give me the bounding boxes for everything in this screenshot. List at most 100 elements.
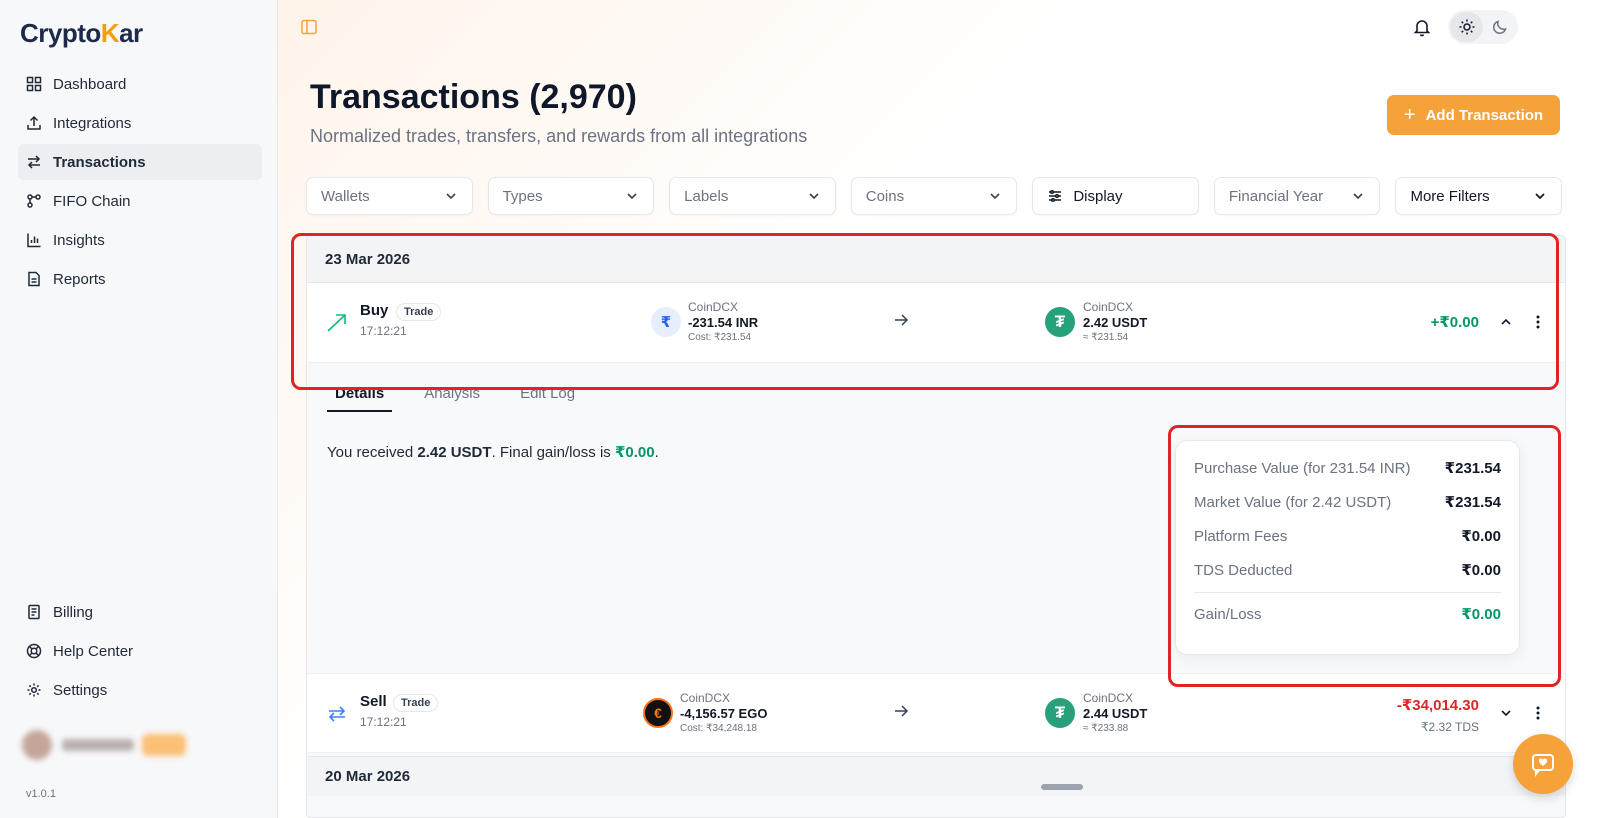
transaction-row[interactable]: Sell Trade 17:12:21 € CoinDCX -4,156.57 … bbox=[307, 673, 1565, 753]
chevron-down-icon[interactable] bbox=[1497, 704, 1515, 722]
fee-value: ₹231.54 bbox=[1444, 460, 1501, 477]
sidebar-item-help-center[interactable]: Help Center bbox=[18, 633, 262, 669]
sidebar-item-label: Reports bbox=[53, 270, 106, 288]
filter-label: Labels bbox=[684, 187, 729, 205]
plus-icon: + bbox=[1403, 103, 1416, 126]
sidebar-item-dashboard[interactable]: Dashboard bbox=[18, 66, 262, 102]
tab-details[interactable]: Details bbox=[327, 381, 393, 412]
chevron-down-icon bbox=[446, 193, 456, 200]
labels-filter[interactable]: Labels bbox=[669, 177, 836, 215]
chat-heart-icon bbox=[1532, 754, 1554, 777]
transaction-row[interactable]: Buy Trade 17:12:21 ₹ CoinDCX -231.54 INR… bbox=[307, 283, 1565, 363]
page-title: Transactions (2,970) bbox=[310, 78, 637, 116]
sidebar-nav: Dashboard Integrations Transactions FIFO… bbox=[18, 66, 262, 300]
to-source: CoinDCX bbox=[1083, 691, 1134, 705]
sidebar-item-settings[interactable]: Settings bbox=[18, 672, 262, 708]
summary-text: . Final gain/loss is bbox=[491, 444, 615, 461]
chevron-down-icon bbox=[1535, 193, 1545, 200]
from-source: CoinDCX bbox=[680, 691, 731, 705]
from-cost: Cost: ₹231.54 bbox=[688, 332, 752, 343]
sidebar-bottom-nav: Billing Help Center Settings bbox=[18, 594, 262, 711]
filter-label: Financial Year bbox=[1228, 187, 1324, 205]
tds-line: TDS Deducted ₹0.00 bbox=[1194, 553, 1501, 587]
gain-loss-line: Gain/Loss ₹0.00 bbox=[1194, 597, 1501, 631]
purchase-value-line: Purchase Value (for 231.54 INR) ₹231.54 bbox=[1194, 451, 1501, 485]
sidebar-item-billing[interactable]: Billing bbox=[18, 594, 262, 630]
user-name-blurred bbox=[62, 739, 134, 751]
sidebar: CryptoKar Dashboard Integrations Transac… bbox=[0, 0, 278, 818]
brand-logo[interactable]: CryptoKar bbox=[20, 18, 143, 49]
bell-icon[interactable] bbox=[1411, 16, 1435, 40]
more-filters-button[interactable]: More Filters bbox=[1395, 177, 1563, 215]
wallets-filter[interactable]: Wallets bbox=[306, 177, 473, 215]
filter-label: Display bbox=[1073, 187, 1123, 205]
from-source: CoinDCX bbox=[688, 300, 739, 314]
transaction-time: 17:12:21 bbox=[360, 715, 407, 729]
receipt-icon bbox=[25, 603, 43, 621]
lifebuoy-icon bbox=[25, 642, 43, 660]
summary-gain: ₹0.00 bbox=[614, 444, 655, 461]
page-subtitle: Normalized trades, transfers, and reward… bbox=[310, 126, 808, 146]
sidebar-item-label: Billing bbox=[53, 603, 94, 621]
scroll-handle[interactable] bbox=[1041, 784, 1083, 790]
chat-support-button[interactable] bbox=[1513, 734, 1573, 794]
trend-up-icon bbox=[325, 311, 349, 335]
coins-filter[interactable]: Coins bbox=[850, 177, 1018, 215]
transaction-summary: You received 2.42 USDT. Final gain/loss … bbox=[327, 443, 659, 461]
transactions-list: 23 Mar 2026 Buy Trade 17:12:21 ₹ CoinDCX… bbox=[306, 235, 1566, 818]
document-icon bbox=[25, 270, 43, 288]
details-tabs: Details Analysis Edit Log bbox=[327, 381, 583, 412]
more-vertical-icon[interactable] bbox=[1529, 313, 1547, 331]
to-amount: 2.44 USDT bbox=[1083, 706, 1148, 721]
filter-label: Coins bbox=[865, 187, 905, 205]
sidebar-item-fifo-chain[interactable]: FIFO Chain bbox=[18, 183, 262, 219]
sun-icon[interactable] bbox=[1450, 12, 1483, 42]
fee-label: Purchase Value (for 231.54 INR) bbox=[1194, 459, 1411, 477]
gain-value: ₹0.00 bbox=[1461, 606, 1501, 623]
date-group-header: 20 Mar 2026 bbox=[307, 756, 1565, 796]
add-transaction-button[interactable]: + Add Transaction bbox=[1387, 95, 1560, 135]
more-vertical-icon[interactable] bbox=[1529, 704, 1547, 722]
sidebar-toggle-icon[interactable] bbox=[300, 18, 320, 38]
bar-chart-icon bbox=[25, 231, 43, 249]
swap-icon bbox=[25, 153, 43, 171]
moon-icon[interactable] bbox=[1483, 12, 1516, 42]
sidebar-item-label: Transactions bbox=[53, 153, 146, 171]
fee-label: TDS Deducted bbox=[1194, 561, 1293, 579]
from-amount: -231.54 INR bbox=[688, 315, 759, 330]
tab-analysis[interactable]: Analysis bbox=[416, 381, 488, 412]
fee-value: ₹0.00 bbox=[1461, 562, 1501, 579]
sidebar-item-label: Integrations bbox=[53, 114, 132, 132]
chevron-down-icon bbox=[627, 193, 637, 200]
to-amount: 2.42 USDT bbox=[1083, 315, 1148, 330]
main-content: Transactions (2,970) Normalized trades, … bbox=[278, 0, 1600, 818]
usdt-coin-icon: ₮ bbox=[1045, 698, 1075, 728]
user-profile[interactable] bbox=[22, 722, 252, 768]
fee-value: ₹231.54 bbox=[1444, 494, 1501, 511]
date-group-header: 23 Mar 2026 bbox=[307, 236, 1565, 283]
types-filter[interactable]: Types bbox=[487, 177, 655, 215]
theme-toggle[interactable] bbox=[1448, 10, 1518, 44]
sidebar-item-label: Help Center bbox=[53, 642, 134, 660]
sidebar-item-label: FIFO Chain bbox=[53, 192, 131, 210]
sidebar-item-integrations[interactable]: Integrations bbox=[18, 105, 262, 141]
sidebar-item-transactions[interactable]: Transactions bbox=[18, 144, 262, 180]
tab-edit-log[interactable]: Edit Log bbox=[512, 381, 583, 412]
transaction-gain: +₹0.00 bbox=[1430, 314, 1479, 331]
fee-breakdown-card: Purchase Value (for 231.54 INR) ₹231.54 … bbox=[1175, 440, 1520, 655]
fee-label: Market Value (for 2.42 USDT) bbox=[1194, 493, 1392, 511]
platform-fees-line: Platform Fees ₹0.00 bbox=[1194, 519, 1501, 553]
sidebar-item-insights[interactable]: Insights bbox=[18, 222, 262, 258]
filter-label: More Filters bbox=[1410, 187, 1490, 205]
market-value-line: Market Value (for 2.42 USDT) ₹231.54 bbox=[1194, 485, 1501, 519]
dashboard-icon bbox=[25, 75, 43, 93]
financial-year-filter[interactable]: Financial Year bbox=[1213, 177, 1381, 215]
sidebar-item-reports[interactable]: Reports bbox=[18, 261, 262, 297]
chevron-up-icon[interactable] bbox=[1497, 313, 1515, 331]
tds-amount: ₹2.32 TDS bbox=[1420, 720, 1479, 734]
summary-text: You received bbox=[327, 444, 418, 461]
arrow-right-icon bbox=[892, 702, 910, 720]
display-button[interactable]: Display bbox=[1032, 177, 1199, 215]
filter-bar: Wallets Types Labels Coins Display Finan… bbox=[306, 177, 1563, 215]
divider bbox=[1194, 592, 1501, 593]
